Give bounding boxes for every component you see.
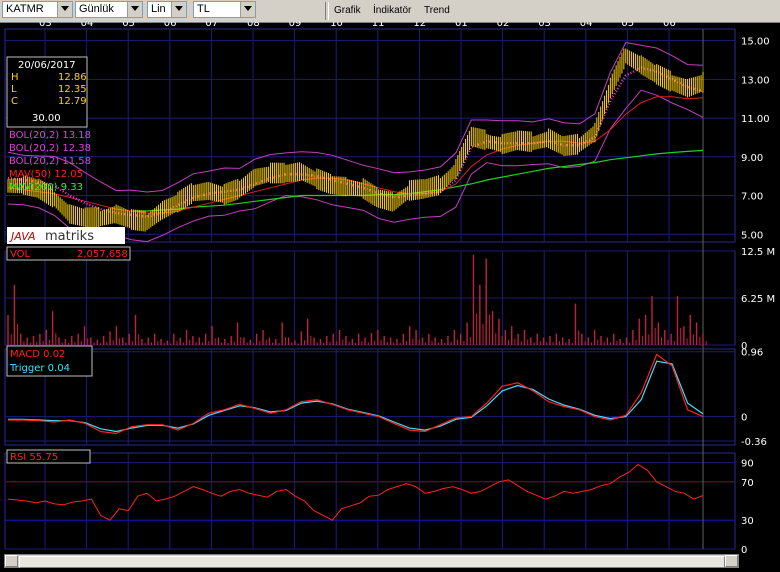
vol-label: VOL xyxy=(10,249,31,260)
macd-panel xyxy=(8,353,704,435)
price-panel xyxy=(7,42,704,243)
y-tick-label: 70 xyxy=(741,478,754,489)
horizontal-scrollbar[interactable] xyxy=(4,554,739,568)
y-tick-label: 12.5 M xyxy=(741,247,775,258)
macd-label: MACD 0.02 xyxy=(10,349,65,360)
x-tick-label: 08 xyxy=(247,22,260,29)
chevron-down-icon[interactable] xyxy=(240,2,255,17)
info-box: 20/06/2017 H 12.86 L 12.35 C 12.79 30.00 xyxy=(6,56,88,128)
volume-panel xyxy=(7,254,707,345)
info-h-value: 12.86 xyxy=(58,72,87,83)
trigger-line xyxy=(8,360,704,433)
symbol-dropdown[interactable]: KATMR xyxy=(2,1,73,18)
y-tick-label: 0 xyxy=(741,413,747,424)
price-legend: BOL(20,2) 13.18 BOL(20,2) 12.38 BOL(20,2… xyxy=(9,130,91,193)
scroll-right-button[interactable] xyxy=(725,555,738,567)
y-tick-label: 30 xyxy=(741,516,754,527)
toolbar: KATMR Günlük Lin TL Grafik İndikatör Tre… xyxy=(0,0,780,23)
trigger-label: Trigger 0.04 xyxy=(9,363,70,374)
currency-value: TL xyxy=(197,3,210,15)
scale-value: Lin xyxy=(151,3,166,15)
info-c-value: 12.79 xyxy=(58,96,87,107)
menu-indikator[interactable]: İndikatör xyxy=(373,5,411,16)
rsi-line xyxy=(7,463,704,521)
axis-labels: 03 04 05 06 07 08 09 10 11 12 01 02 03 04 05 06 15.00 13.… xyxy=(39,22,775,554)
x-tick-label: 06 xyxy=(663,22,676,29)
legend-mav50: MAV(50) 12.05 xyxy=(9,169,83,180)
y-tick-label: -0.36 xyxy=(741,437,767,448)
chevron-down-icon[interactable] xyxy=(171,2,186,17)
legend-bol-mid: BOL(20,2) 12.38 xyxy=(9,143,91,154)
chevron-down-icon[interactable] xyxy=(57,2,72,17)
info-l-value: 12.35 xyxy=(58,84,87,95)
y-tick-label: 90 xyxy=(741,459,754,470)
panel-frame xyxy=(4,348,736,446)
x-tick-label: 03 xyxy=(538,22,551,29)
scroll-left-button[interactable] xyxy=(5,555,18,567)
x-tick-label: 06 xyxy=(164,22,177,29)
currency-dropdown[interactable]: TL xyxy=(193,1,256,18)
info-date: 20/06/2017 xyxy=(18,60,76,71)
symbol-value: KATMR xyxy=(6,3,44,15)
chart-canvas[interactable]: 03 04 05 06 07 08 09 10 11 12 01 02 03 04 05 06 15.00 13.… xyxy=(0,22,780,554)
x-tick-label: 04 xyxy=(81,22,94,29)
toolbar-separator xyxy=(325,2,329,20)
info-v-value: 30.00 xyxy=(32,113,61,124)
y-tick-label: 11.00 xyxy=(741,114,770,125)
menu-grafik[interactable]: Grafik xyxy=(334,5,361,16)
x-tick-label: 04 xyxy=(580,22,593,29)
y-tick-label: 0.96 xyxy=(741,348,763,359)
rsi-panel xyxy=(7,463,704,521)
x-tick-label: 12 xyxy=(413,22,426,29)
y-tick-label: 13.00 xyxy=(741,75,770,86)
y-tick-label: 7.00 xyxy=(741,192,763,203)
legend-mav200: MAV(200) 9.33 xyxy=(9,182,83,193)
info-c-label: C xyxy=(11,96,18,107)
y-tick-label: 0 xyxy=(741,545,747,554)
rsi-legend: RSI 55.75 xyxy=(6,449,91,464)
y-tick-label: 6.25 M xyxy=(741,294,775,305)
scroll-thumb[interactable] xyxy=(19,556,725,568)
chart-grid xyxy=(4,28,736,550)
period-value: Günlük xyxy=(79,3,114,15)
y-tick-label: 9.00 xyxy=(741,153,763,164)
info-l-label: L xyxy=(11,84,17,95)
x-tick-label: 01 xyxy=(455,22,468,29)
macd-legend: MACD 0.02 Trigger 0.04 xyxy=(6,345,93,377)
macd-line xyxy=(8,353,704,435)
x-tick-label: 05 xyxy=(621,22,634,29)
period-dropdown[interactable]: Günlük xyxy=(75,1,143,18)
chevron-down-icon[interactable] xyxy=(127,2,142,17)
info-h-label: H xyxy=(11,72,19,83)
logo-text-left: JAVA xyxy=(9,230,36,243)
x-tick-label: 03 xyxy=(39,22,52,29)
legend-bol-upper: BOL(20,2) 13.18 xyxy=(9,130,91,141)
volume-legend: VOL 2,057,658 xyxy=(6,246,131,261)
y-tick-label: 5.00 xyxy=(741,230,763,241)
rsi-label: RSI 55.75 xyxy=(10,452,58,463)
x-tick-label: 09 xyxy=(289,22,302,29)
x-tick-label: 10 xyxy=(330,22,343,29)
panel-frame xyxy=(4,452,736,550)
scale-dropdown[interactable]: Lin xyxy=(147,1,187,18)
x-tick-label: 11 xyxy=(372,22,385,29)
menu-trend[interactable]: Trend xyxy=(424,5,450,16)
x-tick-label: 07 xyxy=(205,22,218,29)
logo-text-right: matriks xyxy=(45,229,94,244)
x-tick-label: 05 xyxy=(122,22,135,29)
vol-value: 2,057,658 xyxy=(77,249,128,260)
x-tick-label: 02 xyxy=(497,22,510,29)
y-tick-label: 15.00 xyxy=(741,37,770,48)
legend-bol-lower: BOL(20,2) 11.58 xyxy=(9,156,91,167)
javamatriks-logo: JAVA matriks xyxy=(7,227,125,244)
